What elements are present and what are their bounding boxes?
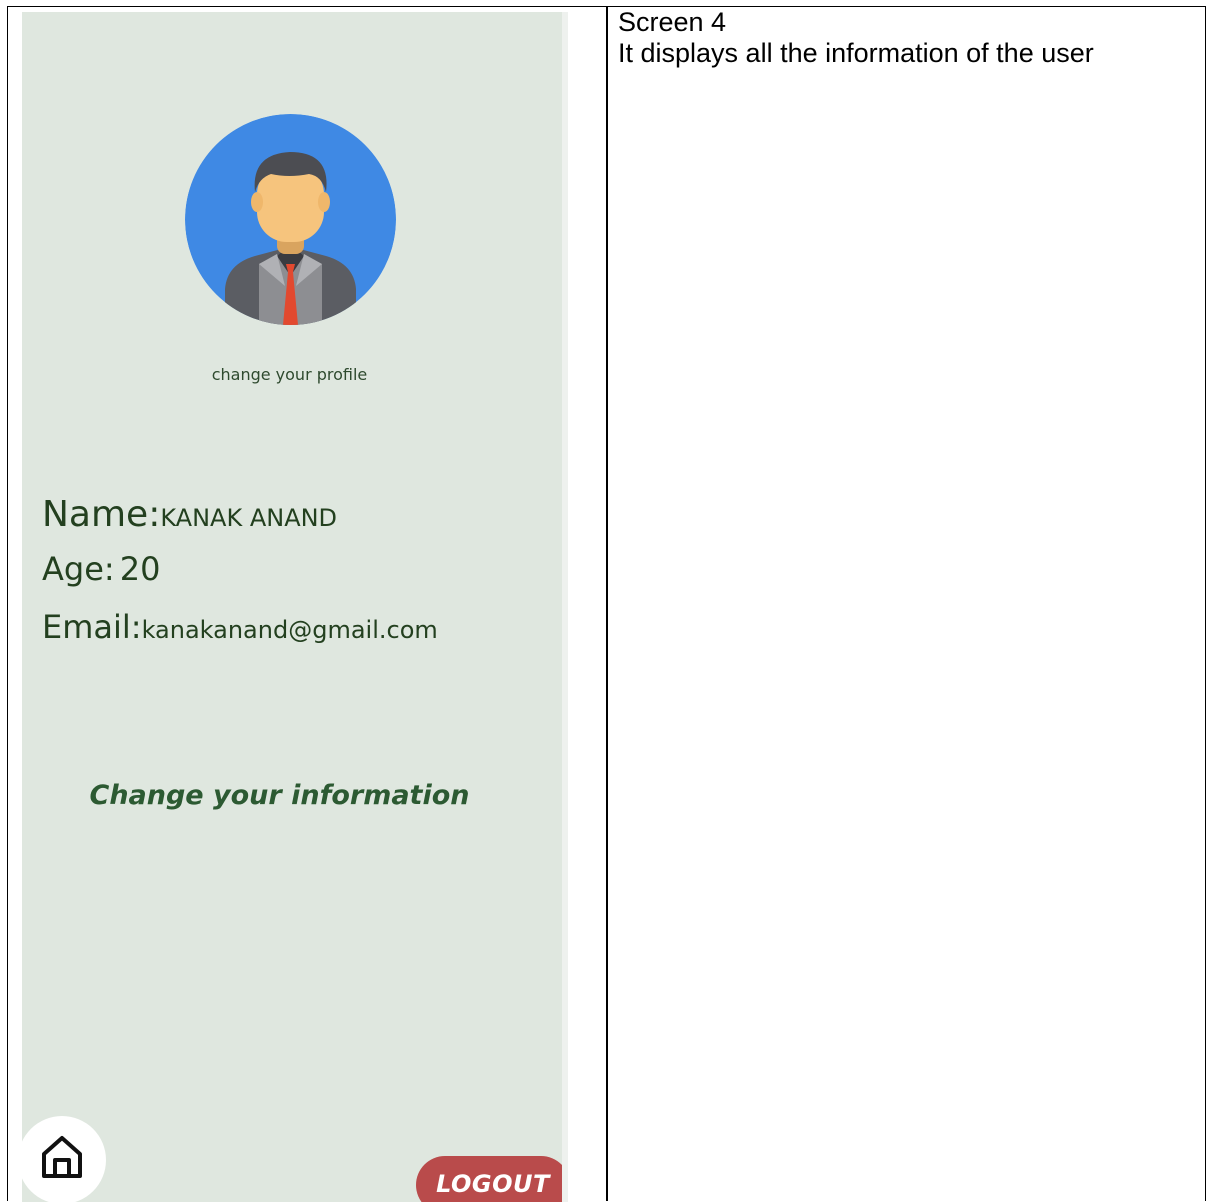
name-value: KANAK ANAND [160, 504, 338, 532]
avatar-illustration [185, 114, 396, 325]
age-label: Age: [42, 550, 115, 588]
change-profile-link[interactable]: change your profile [22, 365, 557, 384]
email-value: kanakanand@gmail.com [141, 616, 438, 644]
profile-screen: change your profile Name:KANAK ANAND Age… [22, 12, 562, 1202]
age-value: 20 [119, 550, 161, 588]
user-avatar-icon[interactable] [185, 114, 396, 325]
email-label: Email: [42, 608, 142, 646]
screen-title: Screen 4 [618, 7, 727, 37]
logout-button[interactable]: LOGOUT [416, 1156, 562, 1202]
home-button[interactable] [22, 1116, 106, 1202]
description-cell: Screen 4 It displays all the information… [618, 7, 1208, 69]
email-row: Email:kanakanand@gmail.com [42, 608, 438, 646]
age-row: Age: 20 [42, 550, 160, 588]
change-information-button[interactable]: Change your information [22, 780, 537, 811]
name-label: Name: [42, 494, 161, 535]
document-table: change your profile Name:KANAK ANAND Age… [7, 6, 1208, 1202]
table-cell-divider [606, 7, 608, 1201]
phone-edge [562, 12, 568, 1202]
home-icon [42, 1136, 82, 1178]
screen-description: It displays all the information of the u… [618, 38, 1094, 68]
name-row: Name:KANAK ANAND [42, 494, 337, 535]
